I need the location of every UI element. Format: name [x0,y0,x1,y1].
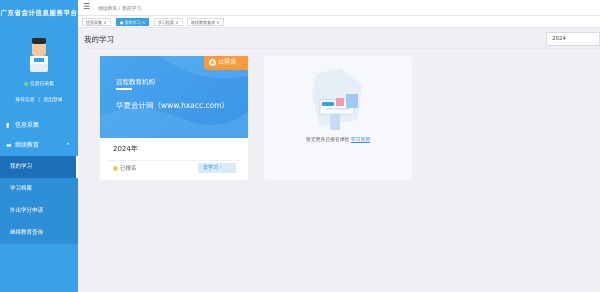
tab-education-query[interactable]: 继续教育查询 × [187,18,224,26]
course-banner: 远程教育机构 华夏会计网（www.hxacc.com） ▲ 公需课 [100,56,248,138]
chevron-up-icon: ⌃ [65,142,71,150]
card-divider [108,160,240,161]
empty-illustration [312,68,362,130]
tab-my-learning[interactable]: ● 我的学习 × [116,18,150,26]
banner-underline [116,88,132,90]
empty-message: 暂无更多已报名课程 学习资源 [306,138,370,143]
tab-info-collection[interactable]: 信息采集 × [82,18,111,26]
chevron-right-icon: › [219,165,222,171]
account-info-link[interactable]: 账号信息 [15,98,34,103]
sidebar-menu: ▮ 信息采集 ▬ 继续教育 ⌃ 我的学习 学习档案 外出学分申请 继续教育查询 [0,116,78,244]
tabs-bar: 信息采集 × ● 我的学习 × 学习档案 × 继续教育查询 × [78,16,600,28]
status-dot-icon [24,81,28,86]
menu-toggle-icon[interactable]: ☰ [83,3,90,11]
status-text: 信息已采集 [30,82,54,87]
tab-learning-record[interactable]: 学习档案 × [154,18,183,26]
year-select[interactable]: 2024 [546,32,600,46]
check-circle-icon [113,166,118,171]
course-year: 2024年 [113,145,138,153]
banner-subtitle: 华夏会计网（www.hxacc.com） [116,101,230,110]
graduation-cap-icon: ▲ [209,59,216,66]
course-type-badge: ▲ 公需课 [204,56,248,70]
sidebar: 广东省会计信息服务平台 信息已采集 账号信息 | 退出登录 ▮ 信息采集 ▬ 继续教… [0,0,78,292]
breadcrumb-item: 我的学习 [121,7,142,12]
empty-state-card: 暂无更多已报名课程 学习资源 [264,56,412,180]
course-card[interactable]: 远程教育机构 华夏会计网（www.hxacc.com） ▲ 公需课 2024年 已… [100,56,248,180]
sidebar-item-info-collection[interactable]: ▮ 信息采集 [0,116,78,136]
sidebar-item-label: 信息采集 [15,122,40,129]
sidebar-item-label: 继续教育 [15,142,40,149]
collection-status: 信息已采集 [0,80,78,87]
sidebar-item-my-learning[interactable]: 我的学习 [0,156,78,178]
book-icon: ▬ [6,142,12,149]
document-icon: ▮ [6,122,10,129]
sidebar-item-learning-record[interactable]: 学习档案 [0,178,78,200]
learning-resources-link[interactable]: 学习资源 [351,138,370,143]
banner-title: 远程教育机构 [116,78,155,86]
site-title: 广东省会计信息服务平台 [0,9,78,17]
divider [84,48,600,49]
account-actions: 账号信息 | 退出登录 [15,98,63,103]
start-learning-button[interactable]: 去学习 › [198,163,236,173]
breadcrumb: 继续教育 / 我的学习 [98,7,142,12]
breadcrumb-item[interactable]: 继续教育 [98,7,117,12]
enrollment-status: 已报名 [113,164,137,172]
topbar: ☰ 继续教育 / 我的学习 [78,0,600,16]
sidebar-item-continuing-education[interactable]: ▬ 继续教育 ⌃ [0,136,78,156]
logout-link[interactable]: 退出登录 [43,98,62,103]
sidebar-item-education-query[interactable]: 继续教育查询 [0,222,78,244]
avatar [26,34,52,74]
sidebar-item-credit-application[interactable]: 外出学分申请 [0,200,78,222]
page-title: 我的学习 [84,35,114,44]
submenu: 我的学习 学习档案 外出学分申请 继续教育查询 [0,156,78,244]
